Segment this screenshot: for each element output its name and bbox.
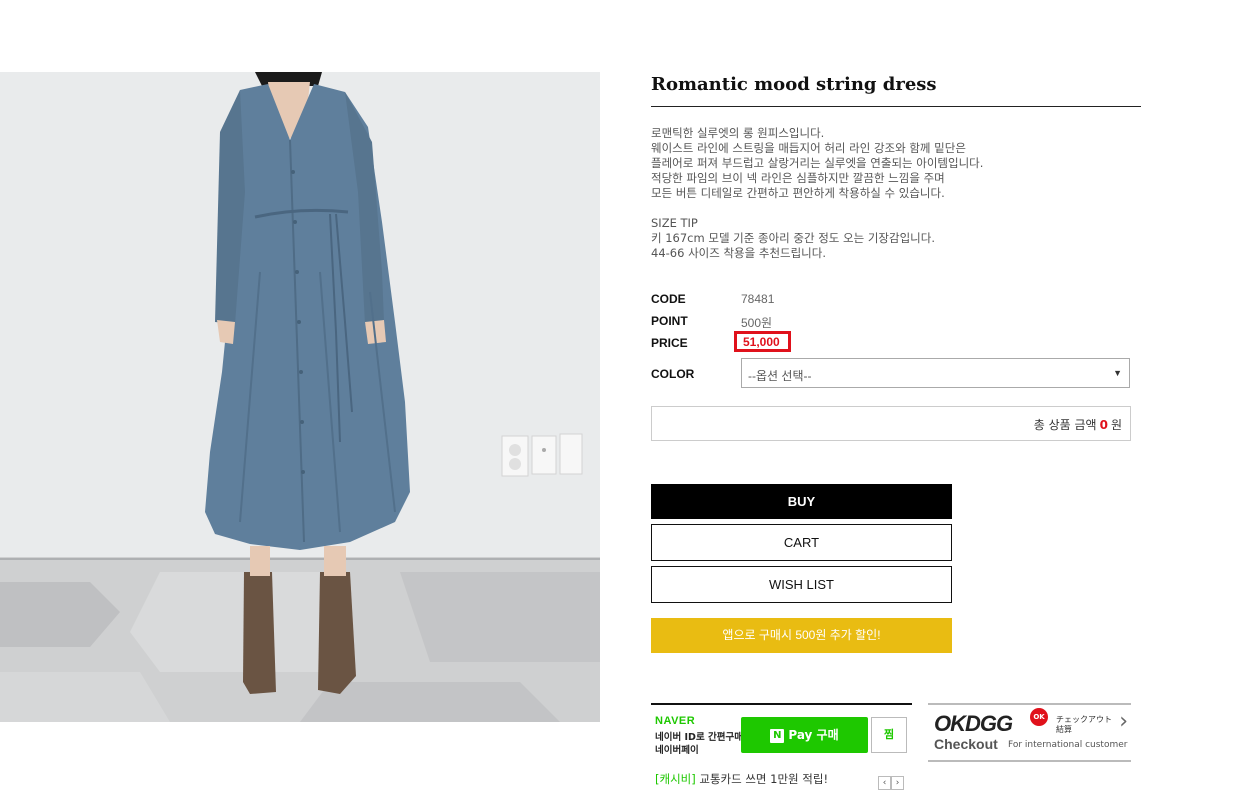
naver-pay-widget: NAVER 네이버 ID로 간편구매 네이버페이 N Pay 구매 찜 xyxy=(651,703,912,765)
promo-pager: ‹ › xyxy=(878,770,904,790)
ok-badge-icon: OK xyxy=(1030,708,1048,726)
description-line: 플레어로 퍼져 부드럽고 살랑거리는 실루엣을 연출되는 아이템입니다. xyxy=(651,156,984,170)
naver-zzim-button[interactable]: 찜 xyxy=(871,717,907,753)
naver-logo: NAVER xyxy=(655,715,696,727)
total-unit: 원 xyxy=(1110,418,1122,432)
size-tip-heading: SIZE TIP xyxy=(651,216,698,230)
size-tip-line: 키 167cm 모델 기준 종아리 중간 정도 오는 기장감입니다. xyxy=(651,231,935,245)
color-select-value: --옵션 선택-- xyxy=(748,369,812,383)
chevron-right-icon[interactable]: › xyxy=(891,776,904,790)
naver-desc-line: 네이버페이 xyxy=(655,745,699,756)
description-line: 모든 버튼 디테일로 간편하고 편안하게 착용하실 수 있습니다. xyxy=(651,186,945,200)
buy-button[interactable]: BUY xyxy=(651,484,952,519)
color-label: COLOR xyxy=(651,367,695,381)
okdgg-jp-text: 結算 xyxy=(1056,725,1072,734)
price-value: 51,000 xyxy=(743,335,780,349)
app-discount-button[interactable]: 앱으로 구매시 500원 추가 할인! xyxy=(651,618,952,653)
cashbee-text: 교통카드 쓰면 1만원 적립! xyxy=(699,772,829,786)
model-dress-image xyxy=(0,72,600,722)
naver-pay-label: Pay 구매 xyxy=(788,728,839,742)
product-title: Romantic mood string dress xyxy=(651,74,937,95)
point-label: POINT xyxy=(651,314,688,328)
chevron-left-icon[interactable]: ‹ xyxy=(878,776,891,790)
title-divider xyxy=(651,106,1141,107)
cashbee-promo[interactable]: [캐시비] 교통카드 쓰면 1만원 적립! xyxy=(655,771,828,787)
price-label: PRICE xyxy=(651,336,688,350)
description-line: 로맨틱한 실루엣의 롱 원피스입니다. xyxy=(651,126,825,140)
total-label: 총 상품 금액 xyxy=(1033,418,1097,432)
color-select[interactable]: --옵션 선택-- ▼ xyxy=(741,358,1130,388)
okdgg-checkout-label: Checkout xyxy=(934,736,998,752)
description-line: 적당한 파임의 브이 넥 라인은 심플하지만 깔끔한 느낌을 주며 xyxy=(651,171,945,185)
size-tip-line: 44-66 사이즈 착용을 추천드립니다. xyxy=(651,246,826,260)
naver-n-icon: N xyxy=(770,728,785,743)
total-amount: 0 xyxy=(1099,418,1108,432)
chevron-down-icon: ▼ xyxy=(1113,368,1122,378)
naver-pay-button[interactable]: N Pay 구매 xyxy=(741,717,868,753)
product-photo xyxy=(0,72,600,722)
code-value: 78481 xyxy=(741,292,775,306)
code-label: CODE xyxy=(651,292,686,306)
product-description: 로맨틱한 실루엣의 롱 원피스입니다. 웨이스트 라인에 스트링을 매듭지어 허… xyxy=(651,126,1131,261)
total-price: 총 상품 금액 0 원 xyxy=(1034,416,1122,433)
naver-desc-line: 네이버 ID로 간편구매 xyxy=(655,732,743,743)
total-price-box: 총 상품 금액 0 원 xyxy=(651,406,1131,441)
price-highlight: 51,000 xyxy=(734,331,791,352)
cart-button[interactable]: CART xyxy=(651,524,952,561)
chevron-right-icon: › xyxy=(1119,709,1128,734)
description-line: 웨이스트 라인에 스트링을 매듭지어 허리 라인 강조와 함께 밑단은 xyxy=(651,141,966,155)
okdgg-checkout-button[interactable]: OKDGG OK チェックアウト 結算 › Checkout For inter… xyxy=(928,703,1131,762)
point-value: 500원 xyxy=(741,316,773,330)
okdgg-intl-label: For international customer xyxy=(1008,740,1128,750)
cashbee-tag: [캐시비] xyxy=(655,772,696,786)
okdgg-logo: OKDGG xyxy=(934,711,1013,736)
wishlist-button[interactable]: WISH LIST xyxy=(651,566,952,603)
